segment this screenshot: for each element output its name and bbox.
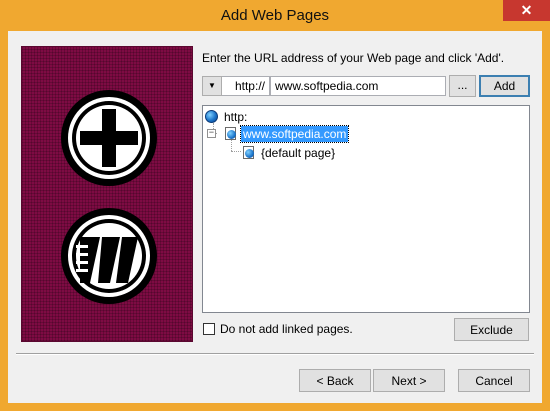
chevron-down-icon: ▼ <box>208 81 216 90</box>
globe-icon <box>205 110 218 123</box>
next-button-label: Next > <box>391 373 427 388</box>
next-button[interactable]: Next > <box>373 369 445 392</box>
web-page-icon <box>243 146 254 159</box>
add-button[interactable]: Add <box>479 75 530 97</box>
title-bar[interactable]: Add Web Pages ✕ <box>0 0 550 31</box>
tree-connector <box>231 151 241 152</box>
close-icon: ✕ <box>520 2 533 18</box>
tree-item-label: {default page} <box>261 146 336 160</box>
close-button[interactable]: ✕ <box>503 0 550 21</box>
back-button[interactable]: < Back <box>299 369 371 392</box>
tree-item-label: www.softpedia.com <box>239 125 350 143</box>
protocol-dropdown-button[interactable]: ▼ <box>202 76 222 96</box>
cancel-button-label: Cancel <box>475 373 513 388</box>
no-linked-pages-checkbox[interactable] <box>203 323 215 335</box>
tree-item-label: http: <box>224 110 248 124</box>
web-pages-icon <box>61 208 157 304</box>
side-panel <box>21 46 193 342</box>
instructions-text: Enter the URL address of your Web page a… <box>202 51 505 65</box>
protocol-select[interactable]: http:// <box>222 76 270 96</box>
exclude-button[interactable]: Exclude <box>454 318 529 341</box>
add-button-label: Add <box>493 79 516 93</box>
no-linked-pages-label: Do not add linked pages. <box>220 322 353 336</box>
pages-tree[interactable]: http: − www.softpedia.com {default page} <box>202 105 530 313</box>
collapse-expander[interactable]: − <box>207 129 216 138</box>
add-icon <box>61 90 157 186</box>
browse-button[interactable]: ... <box>449 75 476 97</box>
web-page-icon <box>225 127 236 140</box>
window-title: Add Web Pages <box>220 7 330 24</box>
back-button-label: < Back <box>316 373 354 388</box>
cancel-button[interactable]: Cancel <box>458 369 530 392</box>
exclude-button-label: Exclude <box>470 322 513 337</box>
url-input[interactable] <box>270 76 446 96</box>
footer-separator <box>16 353 534 355</box>
